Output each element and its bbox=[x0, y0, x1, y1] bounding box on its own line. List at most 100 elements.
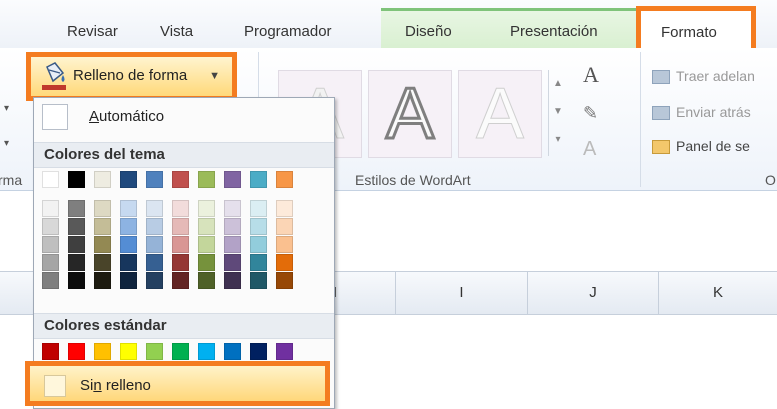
tab-revisar[interactable]: Revisar bbox=[67, 16, 118, 48]
theme-color-swatch[interactable] bbox=[250, 171, 267, 188]
theme-shade-swatch[interactable] bbox=[198, 200, 215, 217]
no-fill-label: Sin relleno bbox=[80, 377, 151, 394]
send-backward-button[interactable]: Enviar atrás bbox=[652, 104, 751, 121]
standard-colors-header: Colores estándar bbox=[34, 313, 334, 339]
wordart-style-2[interactable]: A bbox=[368, 70, 452, 158]
tab-vista[interactable]: Vista bbox=[160, 16, 193, 48]
text-effects-icon[interactable]: A bbox=[583, 138, 596, 161]
automatic-option[interactable]: Automático bbox=[34, 98, 334, 136]
theme-shade-swatch[interactable] bbox=[42, 236, 59, 253]
standard-color-swatch[interactable] bbox=[94, 343, 111, 360]
theme-color-swatch[interactable] bbox=[172, 171, 189, 188]
no-fill-option[interactable]: Sin relleno bbox=[25, 361, 330, 406]
theme-shade-swatch[interactable] bbox=[94, 272, 111, 289]
theme-shade-swatch[interactable] bbox=[94, 218, 111, 235]
theme-shade-swatch[interactable] bbox=[198, 236, 215, 253]
standard-color-swatch[interactable] bbox=[224, 343, 241, 360]
shape-styles-group-label: rma bbox=[0, 172, 23, 188]
theme-shade-swatch[interactable] bbox=[250, 254, 267, 271]
theme-shade-swatch[interactable] bbox=[224, 254, 241, 271]
theme-shade-swatch[interactable] bbox=[42, 272, 59, 289]
theme-shade-swatch[interactable] bbox=[172, 272, 189, 289]
theme-shade-swatch[interactable] bbox=[172, 200, 189, 217]
shape-fill-button[interactable]: Relleno de forma ▼ bbox=[26, 52, 237, 101]
wordart-style-3[interactable]: A bbox=[458, 70, 542, 158]
theme-shade-swatch[interactable] bbox=[224, 236, 241, 253]
column-header-k[interactable]: K bbox=[659, 272, 777, 314]
theme-shade-swatch[interactable] bbox=[68, 200, 85, 217]
theme-color-swatch[interactable] bbox=[224, 171, 241, 188]
theme-shade-swatch[interactable] bbox=[120, 218, 137, 235]
theme-shade-swatch[interactable] bbox=[224, 200, 241, 217]
wordart-gallery-scroll[interactable]: ▲ ▼ ▾ bbox=[548, 70, 567, 156]
theme-shade-swatch[interactable] bbox=[198, 272, 215, 289]
shape-effects-dropdown[interactable]: ▾ bbox=[4, 138, 22, 158]
theme-shade-swatch[interactable] bbox=[198, 254, 215, 271]
standard-color-swatch[interactable] bbox=[42, 343, 59, 360]
theme-shade-swatch[interactable] bbox=[42, 218, 59, 235]
standard-color-swatch[interactable] bbox=[198, 343, 215, 360]
standard-color-swatch[interactable] bbox=[120, 343, 137, 360]
theme-shade-swatch[interactable] bbox=[68, 218, 85, 235]
theme-color-swatch[interactable] bbox=[42, 171, 59, 188]
tab-programador[interactable]: Programador bbox=[244, 16, 332, 48]
theme-color-swatch[interactable] bbox=[94, 171, 111, 188]
theme-color-swatch[interactable] bbox=[146, 171, 163, 188]
theme-shade-swatch[interactable] bbox=[276, 272, 293, 289]
theme-shade-swatch[interactable] bbox=[172, 218, 189, 235]
theme-shade-swatch[interactable] bbox=[146, 272, 163, 289]
theme-shade-swatch[interactable] bbox=[120, 254, 137, 271]
theme-shade-swatch[interactable] bbox=[120, 236, 137, 253]
column-header-i[interactable]: I bbox=[396, 272, 527, 314]
standard-color-swatch[interactable] bbox=[68, 343, 85, 360]
theme-shade-swatch[interactable] bbox=[146, 236, 163, 253]
theme-shade-swatch[interactable] bbox=[42, 254, 59, 271]
theme-shade-swatch[interactable] bbox=[120, 200, 137, 217]
theme-shade-swatch[interactable] bbox=[276, 254, 293, 271]
text-outline-icon[interactable]: ✎ bbox=[583, 103, 598, 124]
standard-color-swatch[interactable] bbox=[276, 343, 293, 360]
theme-shade-swatch[interactable] bbox=[68, 254, 85, 271]
theme-shade-swatch[interactable] bbox=[146, 254, 163, 271]
theme-shade-swatch[interactable] bbox=[198, 218, 215, 235]
theme-shade-swatch[interactable] bbox=[94, 236, 111, 253]
theme-shade-swatch[interactable] bbox=[250, 218, 267, 235]
standard-color-swatch[interactable] bbox=[250, 343, 267, 360]
theme-shade-swatch[interactable] bbox=[42, 200, 59, 217]
theme-color-swatch[interactable] bbox=[68, 171, 85, 188]
theme-shade-swatch[interactable] bbox=[68, 272, 85, 289]
tab-formato[interactable]: Formato bbox=[636, 6, 756, 54]
theme-shade-swatch[interactable] bbox=[68, 236, 85, 253]
theme-shade-swatch[interactable] bbox=[224, 272, 241, 289]
theme-shade-swatch[interactable] bbox=[276, 218, 293, 235]
wordart-group-label: Estilos de WordArt bbox=[355, 172, 471, 188]
theme-shade-swatch[interactable] bbox=[250, 236, 267, 253]
shape-outline-dropdown[interactable]: ▾ bbox=[4, 103, 22, 123]
theme-color-swatch[interactable] bbox=[198, 171, 215, 188]
column-header-j[interactable]: J bbox=[528, 272, 658, 314]
theme-shade-swatch[interactable] bbox=[172, 236, 189, 253]
theme-shade-swatch[interactable] bbox=[120, 272, 137, 289]
bring-forward-button[interactable]: Traer adelan bbox=[652, 68, 755, 85]
theme-shade-swatch[interactable] bbox=[172, 254, 189, 271]
theme-shade-swatch[interactable] bbox=[250, 272, 267, 289]
bring-forward-icon bbox=[652, 70, 670, 85]
theme-shade-swatch[interactable] bbox=[146, 200, 163, 217]
theme-color-swatch[interactable] bbox=[276, 171, 293, 188]
theme-color-swatch[interactable] bbox=[120, 171, 137, 188]
theme-shade-swatch[interactable] bbox=[146, 218, 163, 235]
theme-shade-swatch[interactable] bbox=[94, 200, 111, 217]
chevron-down-icon: ▼ bbox=[209, 70, 220, 82]
standard-color-swatch[interactable] bbox=[172, 343, 189, 360]
tab-diseno[interactable]: Diseño bbox=[405, 16, 452, 48]
theme-shade-swatch[interactable] bbox=[224, 218, 241, 235]
automatic-swatch bbox=[42, 104, 68, 130]
theme-shade-swatch[interactable] bbox=[94, 254, 111, 271]
theme-shade-swatch[interactable] bbox=[276, 236, 293, 253]
standard-color-swatch[interactable] bbox=[146, 343, 163, 360]
text-fill-icon[interactable]: A bbox=[583, 62, 599, 88]
tab-presentacion[interactable]: Presentación bbox=[510, 16, 598, 48]
theme-shade-swatch[interactable] bbox=[250, 200, 267, 217]
theme-shade-swatch[interactable] bbox=[276, 200, 293, 217]
selection-pane-button[interactable]: Panel de se bbox=[652, 138, 750, 155]
